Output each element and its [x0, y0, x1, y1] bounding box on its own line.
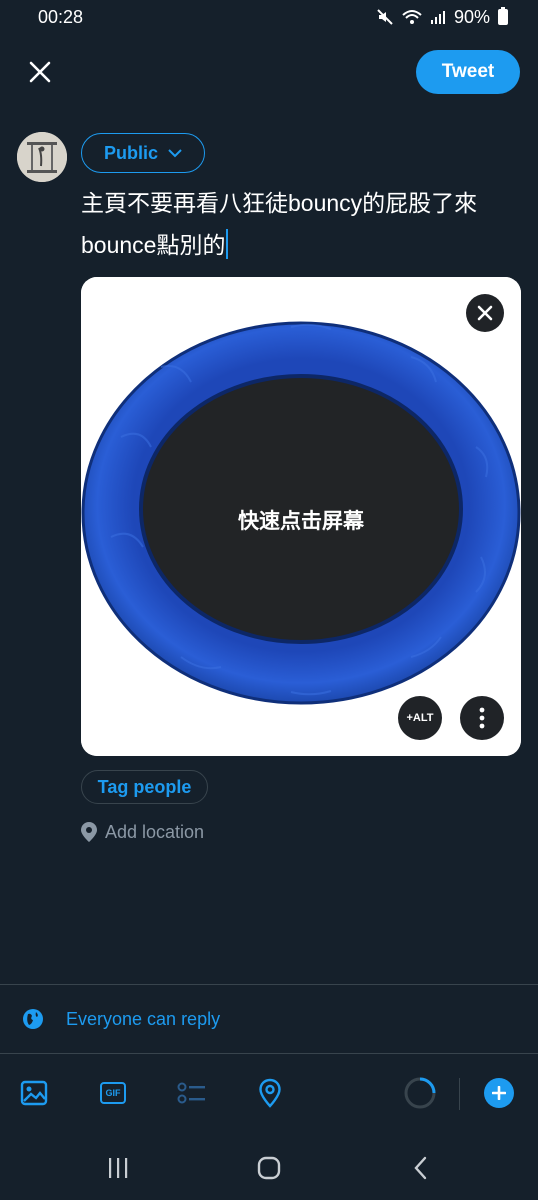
media-more-button[interactable] [460, 696, 504, 740]
system-nav-bar [0, 1134, 538, 1200]
compose-header: Tweet [0, 48, 538, 96]
more-vertical-icon [479, 707, 485, 729]
status-bar: 00:28 90% [0, 0, 538, 34]
location-pin-icon [259, 1078, 281, 1108]
status-time: 00:28 [38, 6, 84, 27]
battery-icon [498, 7, 508, 25]
battery-percent: 90% [453, 6, 490, 27]
reply-settings-button[interactable]: Everyone can reply [0, 985, 538, 1053]
compose-toolbar: GIF [0, 1054, 538, 1134]
image-overlay-text: 快速点击屏幕 [238, 510, 364, 533]
avatar[interactable] [17, 132, 67, 182]
tag-people-button[interactable]: Tag people [81, 770, 208, 804]
home-icon [257, 1156, 281, 1180]
status-icons: 90% [376, 7, 508, 28]
close-icon [477, 305, 493, 321]
recent-apps-icon [109, 1158, 128, 1178]
add-gif-button[interactable]: GIF [96, 1076, 130, 1110]
character-progress-ring [403, 1076, 437, 1110]
chevron-down-icon [168, 149, 182, 158]
back-icon [414, 1156, 427, 1180]
image-icon [20, 1080, 48, 1106]
gif-icon: GIF [100, 1082, 126, 1104]
reply-settings-label: Everyone can reply [66, 1008, 221, 1029]
add-location-tool-button[interactable] [253, 1076, 287, 1110]
globe-icon [23, 1009, 43, 1029]
recent-apps-button[interactable] [103, 1154, 133, 1182]
add-location-button[interactable]: Add location [81, 819, 204, 845]
mute-icon [376, 8, 394, 26]
signal-icon [430, 10, 446, 24]
toolbar-separator [459, 1078, 460, 1110]
progress-ring-icon [404, 1077, 436, 1109]
add-image-button[interactable] [17, 1076, 51, 1110]
add-location-label: Add location [105, 821, 205, 842]
plus-icon [492, 1086, 506, 1100]
compose-line-1: 主頁不要再看八狂徒bouncy的屁股了來 [81, 190, 478, 216]
add-thread-button[interactable] [484, 1078, 514, 1108]
compose-line-2-text: bounce點別的 [81, 232, 226, 258]
alt-text-button[interactable]: +ALT [398, 696, 442, 740]
compose-textarea[interactable]: 主頁不要再看八狂徒bouncy的屁股了來 bounce點別的 [81, 182, 521, 266]
attached-media[interactable]: 快速点击屏幕 +ALT [81, 277, 521, 756]
wifi-icon [402, 9, 422, 25]
location-pin-icon [81, 822, 97, 842]
text-caret [226, 229, 229, 259]
compose-line-2: bounce點別的 [81, 224, 521, 266]
add-poll-button[interactable] [175, 1076, 209, 1110]
remove-media-button[interactable] [466, 294, 504, 332]
close-icon [29, 61, 51, 83]
audience-selector[interactable]: Public [81, 133, 205, 173]
home-button[interactable] [254, 1154, 284, 1182]
close-button[interactable] [22, 54, 58, 90]
back-button[interactable] [405, 1154, 435, 1182]
audience-label: Public [103, 142, 158, 163]
tweet-button[interactable]: Tweet [416, 50, 520, 94]
poll-icon [177, 1082, 205, 1104]
